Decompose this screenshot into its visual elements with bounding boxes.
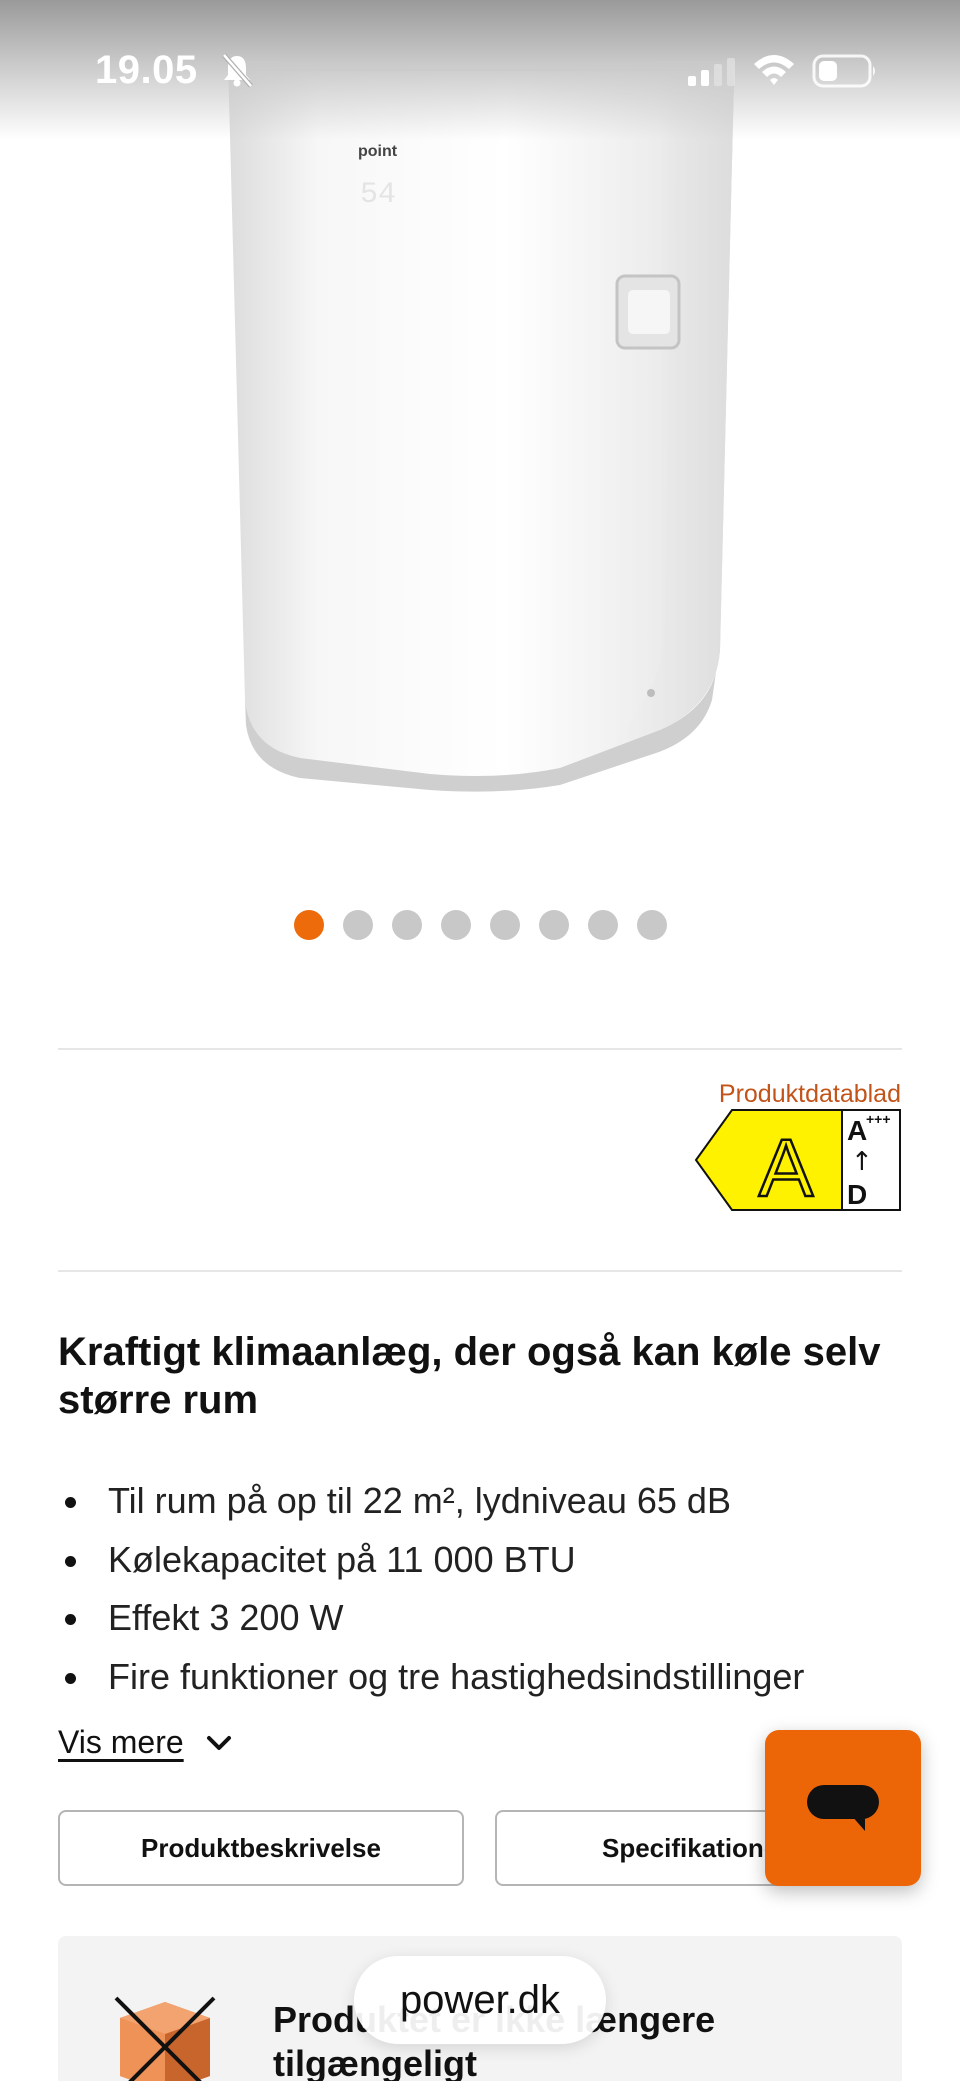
list-item: Fire funktioner og tre hastighedsindstil…: [58, 1648, 804, 1707]
chat-button[interactable]: [765, 1730, 921, 1886]
bell-muted-icon: [222, 53, 253, 88]
image-carousel-indicator: [0, 910, 960, 940]
status-time: 19.05: [95, 48, 198, 92]
energy-scale-top: A: [847, 1115, 867, 1146]
carousel-dot[interactable]: [587, 910, 618, 940]
carousel-dot[interactable]: [538, 910, 569, 940]
list-item: Kølekapacitet på 11 000 BTU: [58, 1531, 804, 1590]
product-description-button[interactable]: Produktbeskrivelse: [58, 1810, 464, 1886]
status-bar: 19.05: [0, 0, 960, 140]
battery-icon: [812, 54, 875, 88]
energy-scale-bottom: D: [847, 1179, 867, 1210]
browser-url-bar[interactable]: power.dk: [354, 1956, 606, 2044]
carousel-dot[interactable]: [293, 910, 324, 940]
chat-bubble-icon: [807, 1785, 879, 1831]
energy-scale-arrow: ↑: [851, 1147, 873, 1177]
show-more-label: Vis mere: [58, 1724, 184, 1760]
wifi-icon: [754, 55, 794, 85]
divider: [58, 1270, 902, 1272]
carousel-dot[interactable]: [440, 910, 471, 940]
chevron-down-icon: [206, 1735, 231, 1750]
carousel-dot[interactable]: [342, 910, 373, 940]
cellular-signal-icon: [688, 58, 735, 86]
list-item: Effekt 3 200 W: [58, 1589, 804, 1648]
show-more-link[interactable]: Vis mere: [58, 1724, 232, 1761]
datasheet-link[interactable]: Produktdatablad: [719, 1080, 901, 1109]
energy-scale-top-sup: +++: [866, 1111, 891, 1127]
device-brand-text: point: [358, 143, 398, 160]
energy-label[interactable]: A A +++ ↑ D: [694, 1108, 902, 1212]
energy-class-letter: A: [759, 1123, 814, 1212]
divider: [58, 1048, 902, 1050]
feature-list: Til rum på op til 22 m², lydniveau 65 dB…: [58, 1472, 804, 1706]
list-item: Til rum på op til 22 m², lydniveau 65 dB: [58, 1472, 804, 1531]
carousel-dot[interactable]: [636, 910, 667, 940]
device-display-text: 54: [360, 178, 396, 212]
unavailable-box-icon: [114, 1996, 216, 2081]
product-headline: Kraftigt klimaanlæg, der også kan køle s…: [58, 1330, 881, 1422]
carousel-dot[interactable]: [391, 910, 422, 940]
carousel-dot[interactable]: [489, 910, 520, 940]
